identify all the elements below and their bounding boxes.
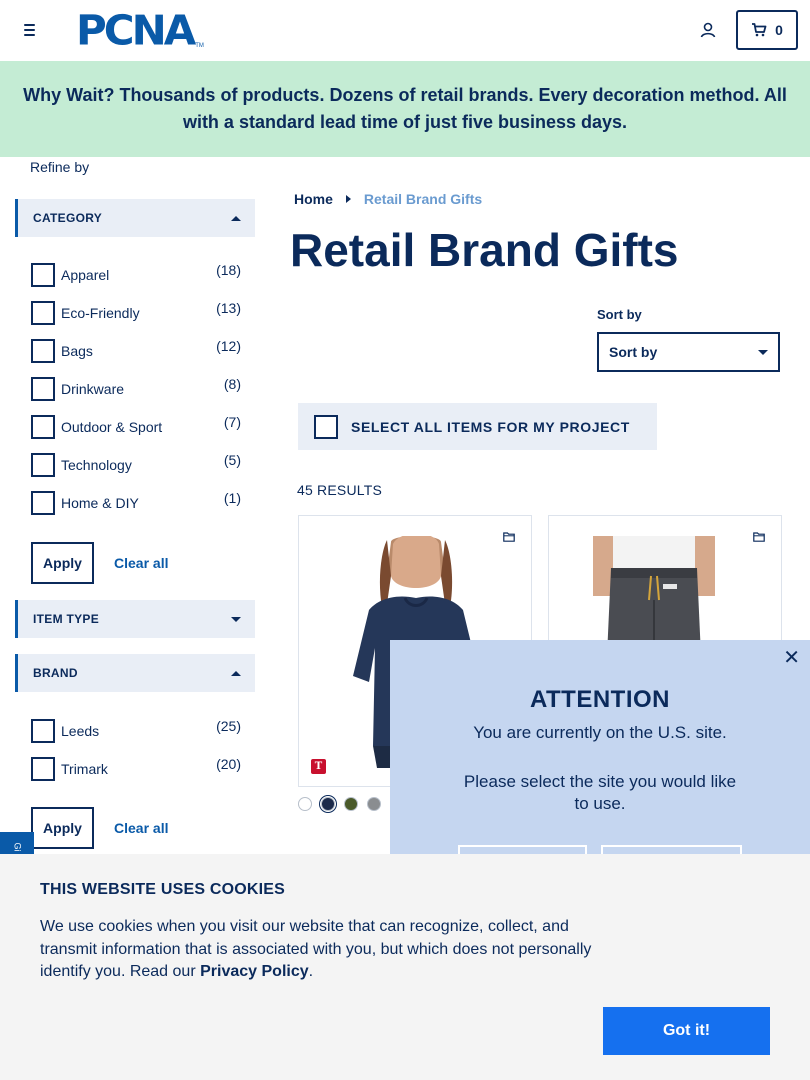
- chevron-down-icon: [758, 349, 768, 355]
- category-option-technology[interactable]: Technology (5): [31, 452, 243, 477]
- category-option-label: Drinkware: [61, 381, 125, 397]
- category-option-home-diy[interactable]: Home & DIY (1): [31, 490, 243, 515]
- category-option-count: (8): [223, 376, 241, 392]
- select-all-checkbox[interactable]: [314, 414, 338, 439]
- trimark-brand-badge: T: [311, 759, 326, 774]
- category-checkbox[interactable]: [31, 339, 55, 363]
- caret-up-icon: [231, 670, 241, 676]
- category-option-count: (1): [223, 490, 241, 506]
- promo-banner: Why Wait? Thousands of products. Dozens …: [0, 61, 810, 157]
- cart-icon: [752, 23, 767, 37]
- cookie-text: We use cookies when you visit our websit…: [40, 916, 610, 984]
- category-facet-header[interactable]: CATEGORY: [15, 199, 255, 237]
- category-clear-all-link[interactable]: Clear all: [114, 555, 168, 571]
- save-to-project-icon[interactable]: [753, 532, 765, 542]
- cart-count: 0: [775, 22, 783, 38]
- brand-clear-all-link[interactable]: Clear all: [114, 820, 168, 836]
- brand-option-count: (20): [216, 756, 241, 772]
- cart-button[interactable]: 0: [736, 10, 798, 50]
- category-option-count: (12): [216, 338, 241, 354]
- page-title: Retail Brand Gifts: [290, 224, 679, 276]
- side-tab-label: Gi: [12, 842, 22, 852]
- product-image[interactable]: [589, 536, 719, 656]
- category-option-count: (18): [216, 262, 241, 278]
- brand-checkbox[interactable]: [31, 757, 55, 781]
- category-apply-button[interactable]: Apply: [31, 542, 94, 584]
- color-swatch[interactable]: [367, 797, 381, 811]
- color-swatch[interactable]: [298, 797, 312, 811]
- category-option-count: (13): [216, 300, 241, 316]
- select-all-label: SELECT ALL ITEMS FOR MY PROJECT: [351, 418, 630, 435]
- color-swatch[interactable]: [344, 797, 358, 811]
- category-checkbox[interactable]: [31, 453, 55, 477]
- category-option-count: (5): [223, 452, 241, 468]
- breadcrumb: Home Retail Brand Gifts: [294, 191, 482, 207]
- category-option-label: Bags: [61, 343, 93, 359]
- brand-facet-title: BRAND: [33, 666, 78, 680]
- color-swatch-selected[interactable]: [321, 797, 335, 811]
- save-to-project-icon[interactable]: [503, 532, 515, 542]
- promo-text: Why Wait? Thousands of products. Dozens …: [23, 85, 787, 132]
- site-header: PCNA TM 0: [0, 0, 810, 61]
- attention-title: ATTENTION: [529, 686, 671, 713]
- brand-option-trimark[interactable]: Trimark (20): [31, 756, 243, 781]
- brand-facet-header[interactable]: BRAND: [15, 654, 255, 692]
- brand-apply-button[interactable]: Apply: [31, 807, 94, 849]
- cookie-period: .: [308, 963, 314, 980]
- caret-up-icon: [231, 215, 241, 221]
- results-count: 45 RESULTS: [297, 482, 382, 498]
- cookie-accept-button[interactable]: Got it!: [603, 1007, 770, 1055]
- cookie-title: THIS WEBSITE USES COOKIES: [40, 881, 286, 898]
- category-checkbox[interactable]: [31, 415, 55, 439]
- category-checkbox[interactable]: [31, 263, 55, 287]
- category-option-outdoor-sport[interactable]: Outdoor & Sport (7): [31, 414, 243, 439]
- category-option-drinkware[interactable]: Drinkware (8): [31, 376, 243, 401]
- breadcrumb-home-link[interactable]: Home: [294, 191, 333, 207]
- breadcrumb-chevron-icon: [345, 195, 351, 203]
- attention-current-site-text: You are currently on the U.S. site.: [473, 723, 727, 742]
- page: PCNA TM 0 Why Wait? Thousands of product…: [0, 0, 810, 1080]
- category-option-bags[interactable]: Bags (12): [31, 338, 243, 363]
- category-option-label: Technology: [61, 457, 132, 473]
- brand-option-leeds[interactable]: Leeds (25): [31, 718, 243, 743]
- category-checkbox[interactable]: [31, 491, 55, 515]
- color-swatches: [298, 797, 381, 811]
- category-checkbox[interactable]: [31, 377, 55, 401]
- breadcrumb-current: Retail Brand Gifts: [363, 191, 483, 207]
- refine-by-label: Refine by: [30, 159, 90, 175]
- sort-selected-value: Sort by: [609, 344, 658, 360]
- sort-select[interactable]: Sort by: [597, 332, 780, 372]
- cookie-body: We use cookies when you visit our websit…: [40, 918, 592, 980]
- brand-option-label: Leeds: [61, 723, 100, 739]
- sort-label: Sort by: [597, 307, 642, 322]
- attention-select-site-text: Please select the site you would like to…: [463, 772, 737, 813]
- select-all-items-toggle[interactable]: SELECT ALL ITEMS FOR MY PROJECT: [298, 403, 657, 450]
- pcna-logo[interactable]: PCNA TM: [76, 6, 224, 55]
- category-option-label: Outdoor & Sport: [61, 419, 163, 435]
- hamburger-menu-icon[interactable]: [18, 18, 40, 42]
- category-option-eco-friendly[interactable]: Eco-Friendly (13): [31, 300, 243, 325]
- logo-wordmark: PCNA: [76, 6, 196, 55]
- category-facet-title: CATEGORY: [33, 211, 103, 225]
- category-option-label: Eco-Friendly: [61, 305, 140, 321]
- brand-checkbox[interactable]: [31, 719, 55, 743]
- brand-option-label: Trimark: [61, 761, 108, 777]
- category-option-label: Home & DIY: [61, 495, 139, 511]
- caret-down-icon: [231, 616, 241, 622]
- category-checkbox[interactable]: [31, 301, 55, 325]
- category-option-count: (7): [223, 414, 241, 430]
- brand-option-count: (25): [216, 718, 241, 734]
- logo-trademark: TM: [195, 43, 204, 49]
- close-icon[interactable]: ✕: [783, 648, 800, 668]
- category-option-label: Apparel: [61, 267, 110, 283]
- privacy-policy-link[interactable]: Privacy Policy: [200, 963, 309, 980]
- category-option-apparel[interactable]: Apparel (18): [31, 262, 243, 287]
- item-type-facet-header[interactable]: ITEM TYPE: [15, 600, 255, 638]
- account-icon[interactable]: [699, 21, 717, 39]
- item-type-facet-title: ITEM TYPE: [33, 612, 100, 626]
